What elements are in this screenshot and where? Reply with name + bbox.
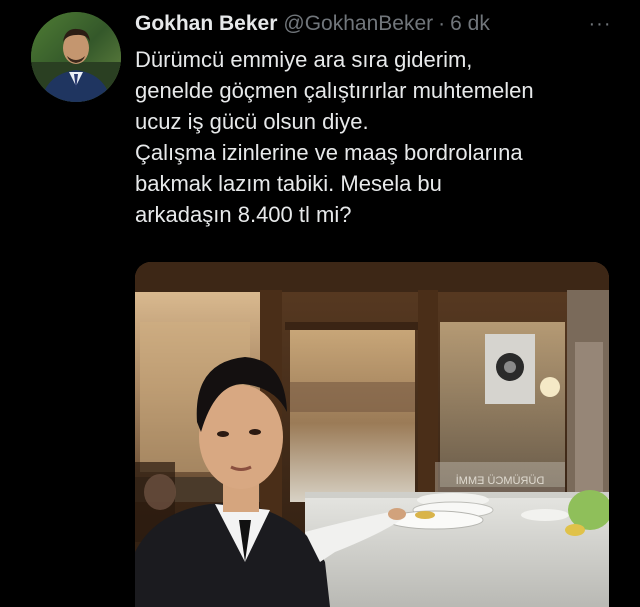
author-name[interactable]: Gokhan Beker bbox=[135, 12, 277, 36]
more-options-button[interactable]: ··· bbox=[580, 11, 620, 37]
tweet-text: Dürümcü emmiye ara sıra giderim, genelde… bbox=[135, 44, 625, 230]
tweet-text-line: ucuz iş gücü olsun diye. bbox=[135, 109, 369, 134]
tweet-text-line: Çalışma izinlerine ve maaş bordrolarına bbox=[135, 140, 523, 165]
tweet-text-line: genelde göçmen çalıştırırlar muhtemelen bbox=[135, 78, 534, 103]
tweet-timestamp[interactable]: 6 dk bbox=[450, 12, 490, 36]
more-horizontal-icon: ··· bbox=[588, 12, 612, 35]
tweet-media-photo[interactable]: DÜRÜMCÜ EMMİ bbox=[135, 262, 609, 607]
tweet-text-line: Dürümcü emmiye ara sıra giderim, bbox=[135, 47, 473, 72]
author-handle[interactable]: @GokhanBeker bbox=[283, 12, 433, 36]
tweet-text-line: bakmak lazım tabiki. Mesela bu bbox=[135, 171, 442, 196]
author-avatar[interactable] bbox=[31, 12, 121, 102]
tweet-text-line: arkadaşın 8.400 tl mi? bbox=[135, 202, 352, 227]
tweet-header: Gokhan Beker @GokhanBeker · 6 dk bbox=[135, 11, 605, 37]
window-sign-text: DÜRÜMCÜ EMMİ bbox=[456, 474, 545, 487]
restaurant-photo: DÜRÜMCÜ EMMİ bbox=[135, 262, 609, 607]
separator-dot: · bbox=[438, 12, 446, 35]
avatar-photo bbox=[31, 12, 121, 102]
